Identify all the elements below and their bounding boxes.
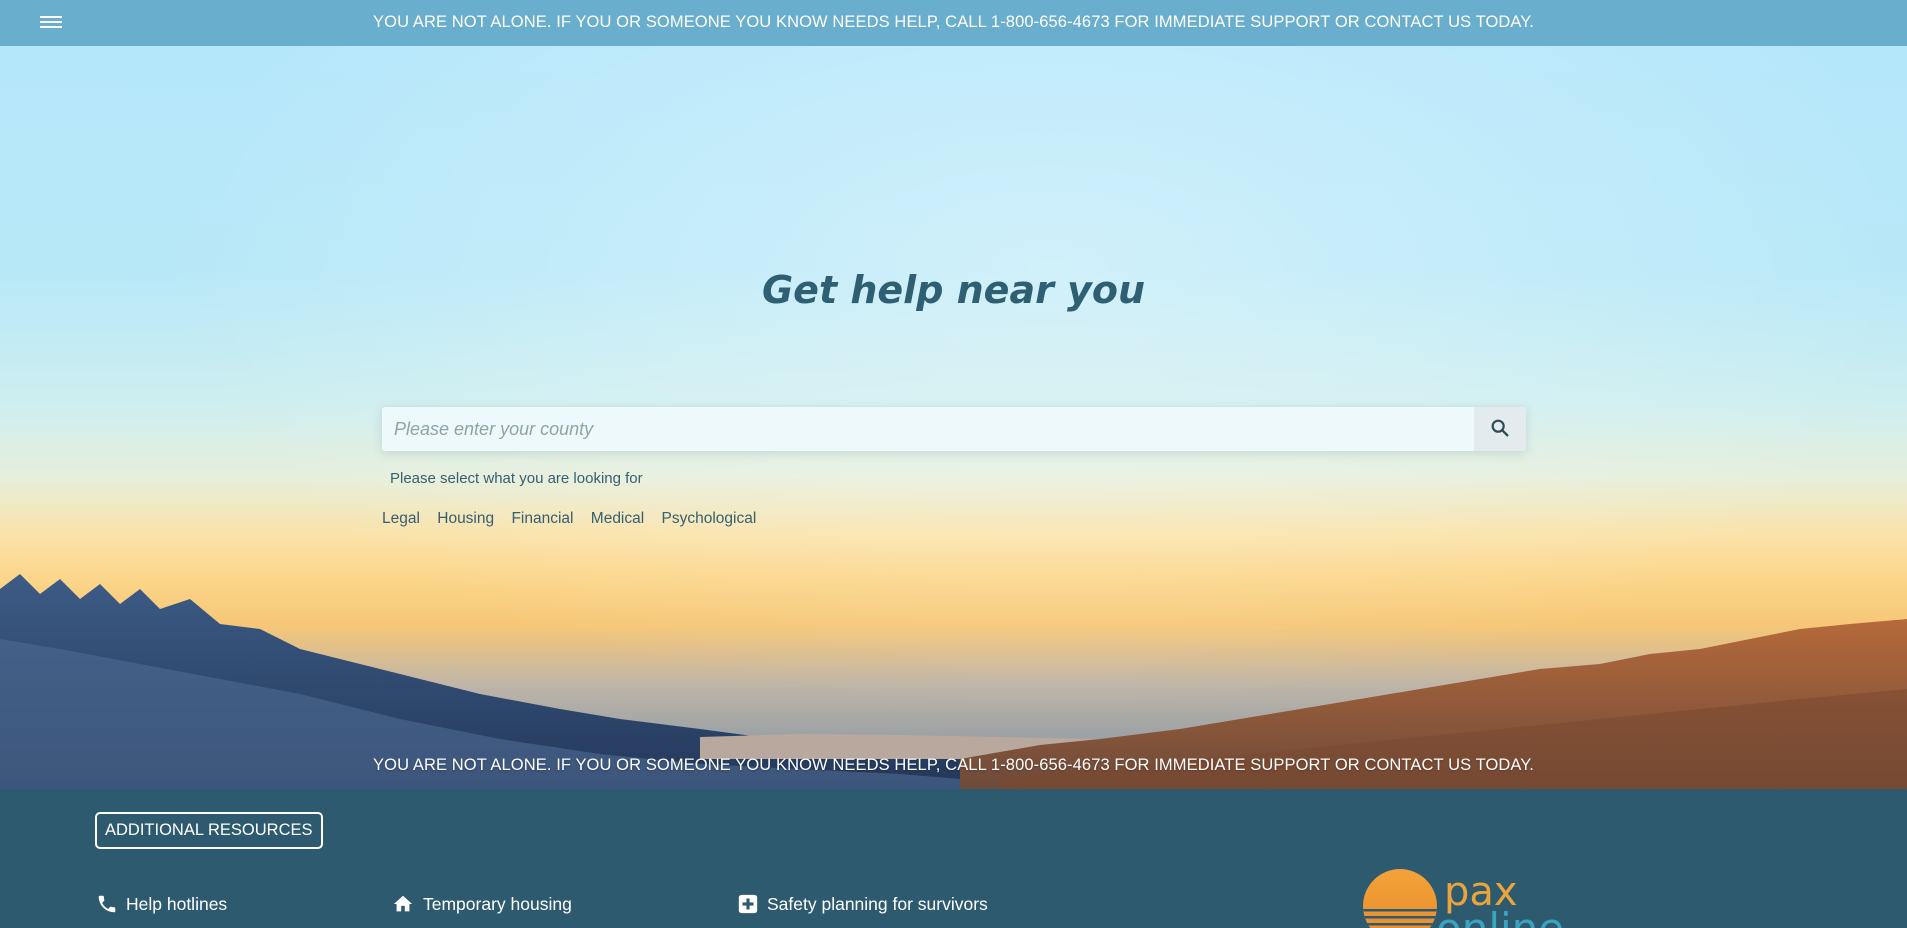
hero-support-text: YOU ARE NOT ALONE. IF YOU OR SOMEONE YOU…: [373, 756, 1534, 774]
search-icon: [1491, 419, 1509, 437]
hero-section: Get help near you Please select what you…: [0, 46, 1907, 789]
category-housing[interactable]: Housing: [437, 510, 494, 528]
county-search-bar: [382, 407, 1526, 451]
search-button[interactable]: [1474, 407, 1526, 451]
county-search-input[interactable]: [382, 407, 1474, 451]
category-financial[interactable]: Financial: [511, 510, 573, 528]
category-medical[interactable]: Medical: [591, 510, 644, 528]
temporary-housing-label: Temporary housing: [423, 893, 572, 914]
category-legal[interactable]: Legal: [382, 510, 420, 528]
page-title: Get help near you: [761, 268, 1145, 312]
phone-icon: [98, 895, 116, 913]
medical-plus-icon: [738, 894, 758, 914]
home-icon: [393, 895, 413, 912]
banner-text: YOU ARE NOT ALONE. IF YOU OR SOMEONE YOU…: [373, 13, 1534, 31]
additional-resources-button[interactable]: ADDITIONAL RESOURCES: [95, 812, 323, 849]
category-psychological[interactable]: Psychological: [662, 510, 757, 528]
safety-planning-link[interactable]: Safety planning for survivors: [737, 893, 988, 915]
footer: ADDITIONAL RESOURCES Help hotlines Tempo…: [0, 789, 1907, 928]
category-select-label: Please select what you are looking for: [390, 470, 643, 487]
top-banner: YOU ARE NOT ALONE. IF YOU OR SOMEONE YOU…: [0, 0, 1907, 46]
help-hotlines-link[interactable]: Help hotlines: [96, 893, 227, 915]
help-hotlines-label: Help hotlines: [126, 893, 228, 914]
svg-text:online: online: [1436, 904, 1564, 928]
safety-planning-label: Safety planning for survivors: [767, 893, 988, 914]
category-list: Legal Housing Financial Medical Psycholo…: [382, 510, 769, 528]
temporary-housing-link[interactable]: Temporary housing: [391, 893, 572, 915]
pax-online-logo[interactable]: pax online: [1362, 869, 1582, 928]
